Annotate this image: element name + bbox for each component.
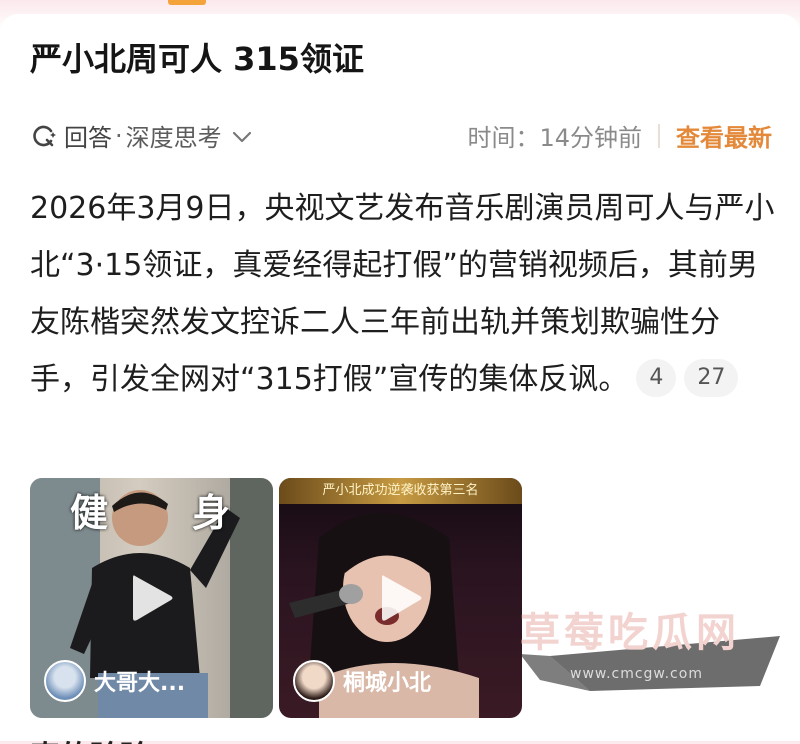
category-label: 深度思考 (125, 124, 222, 152)
author-name: 大哥大... (94, 671, 186, 696)
site-watermark: 草莓吃瓜网 www.cmcgw.com (520, 596, 790, 696)
ai-search-icon (33, 125, 56, 146)
video-card-2[interactable]: 严小北成功逆袭收获第三名 桐城小北 (279, 478, 522, 718)
next-section-heading: 真的验验 (30, 732, 190, 744)
top-tab-indicator (168, 0, 206, 5)
author-name: 桐城小北 (343, 671, 432, 696)
reference-pill[interactable]: 4 (636, 358, 677, 397)
post-meta: 回答 · 深度思考 时间：14分钟前 查看最新 (30, 110, 772, 154)
video-author[interactable]: 桐城小北 (293, 660, 431, 702)
watermark-title: 草莓吃瓜网 (520, 610, 740, 656)
page-title: 严小北周可人 315领证 (30, 40, 364, 78)
chevron-down-icon (232, 131, 251, 142)
answer-source[interactable]: 回答 · 深度思考 (30, 118, 260, 153)
timestamp: 时间：14分钟前 (467, 124, 642, 152)
avatar (44, 660, 86, 702)
watermark-url: www.cmcgw.com (570, 666, 703, 682)
video-author[interactable]: 大哥大... (44, 660, 185, 702)
avatar (293, 660, 335, 702)
overlay-text: 身 (192, 491, 231, 535)
reference-pill[interactable]: 27 (684, 358, 739, 397)
meta-divider (658, 123, 660, 148)
view-latest-button[interactable]: 查看最新 (676, 118, 772, 153)
video-banner: 严小北成功逆袭收获第三名 (279, 478, 522, 504)
source-label: 回答 (64, 124, 112, 152)
video-card-1[interactable]: 健 身 大哥大... (30, 478, 273, 718)
play-icon[interactable] (378, 572, 424, 624)
overlay-text: 健 (70, 491, 109, 535)
answer-body: 2026年3月9日，央视文艺发布音乐剧演员周可人与严小北“3·15领证，真爱经得… (30, 180, 775, 408)
play-icon[interactable] (129, 572, 175, 624)
meta-dot: · (115, 121, 123, 150)
